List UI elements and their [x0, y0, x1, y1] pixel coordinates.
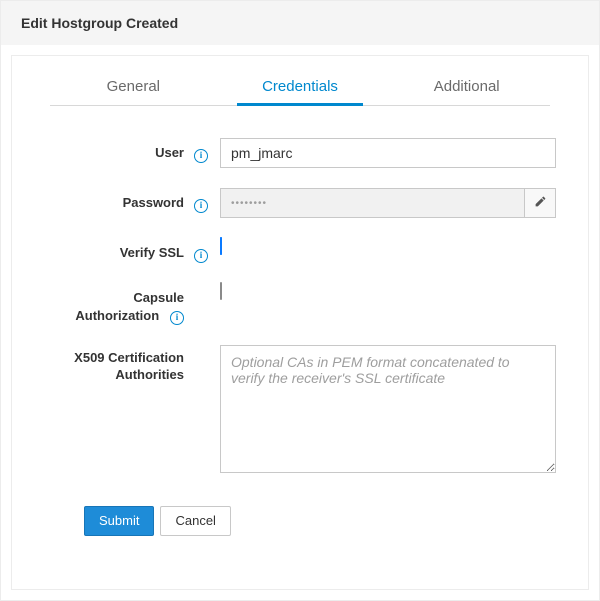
app-frame: Edit Hostgroup Created General Credentia…	[0, 0, 600, 601]
form-actions: Submit Cancel	[84, 506, 556, 536]
label-x509: X509 Certification Authorities	[24, 345, 194, 384]
row-verify-ssl: Verify SSL i	[24, 238, 556, 263]
credentials-form: User i Password i ••••••••	[24, 138, 576, 577]
info-wrap-user: i	[194, 138, 220, 163]
x509-textarea[interactable]	[220, 345, 556, 473]
tab-additional[interactable]: Additional	[383, 66, 550, 105]
row-capsule-authorization: Capsule Authorization i	[24, 283, 556, 325]
password-input[interactable]: ••••••••	[220, 188, 524, 218]
tab-general[interactable]: General	[50, 66, 217, 105]
info-icon[interactable]: i	[170, 311, 184, 325]
info-icon[interactable]: i	[194, 249, 208, 263]
user-input[interactable]	[220, 138, 556, 168]
info-wrap-x509	[194, 345, 220, 352]
form-panel: General Credentials Additional User i Pa…	[11, 55, 589, 590]
verify-ssl-checkbox[interactable]	[220, 237, 222, 255]
row-user: User i	[24, 138, 556, 168]
submit-button[interactable]: Submit	[84, 506, 154, 536]
info-icon[interactable]: i	[194, 199, 208, 213]
password-group: ••••••••	[220, 188, 556, 218]
label-capsule-authorization-line2: Authorization	[75, 308, 159, 323]
info-wrap-capsule-spacer	[194, 283, 220, 290]
label-user: User	[24, 138, 194, 162]
tabs: General Credentials Additional	[50, 66, 550, 106]
label-verify-ssl: Verify SSL	[24, 238, 194, 262]
label-capsule-authorization: Capsule Authorization i	[24, 283, 194, 325]
label-password: Password	[24, 188, 194, 212]
capsule-authorization-checkbox[interactable]	[220, 282, 222, 300]
info-wrap-verify-ssl: i	[194, 238, 220, 263]
info-wrap-password: i	[194, 188, 220, 213]
page-title: Edit Hostgroup Created	[1, 1, 599, 45]
pencil-icon	[534, 195, 547, 211]
tab-credentials[interactable]: Credentials	[217, 66, 384, 105]
info-icon[interactable]: i	[194, 149, 208, 163]
row-password: Password i ••••••••	[24, 188, 556, 218]
row-x509: X509 Certification Authorities	[24, 345, 556, 476]
edit-password-button[interactable]	[524, 188, 556, 218]
cancel-button[interactable]: Cancel	[160, 506, 230, 536]
